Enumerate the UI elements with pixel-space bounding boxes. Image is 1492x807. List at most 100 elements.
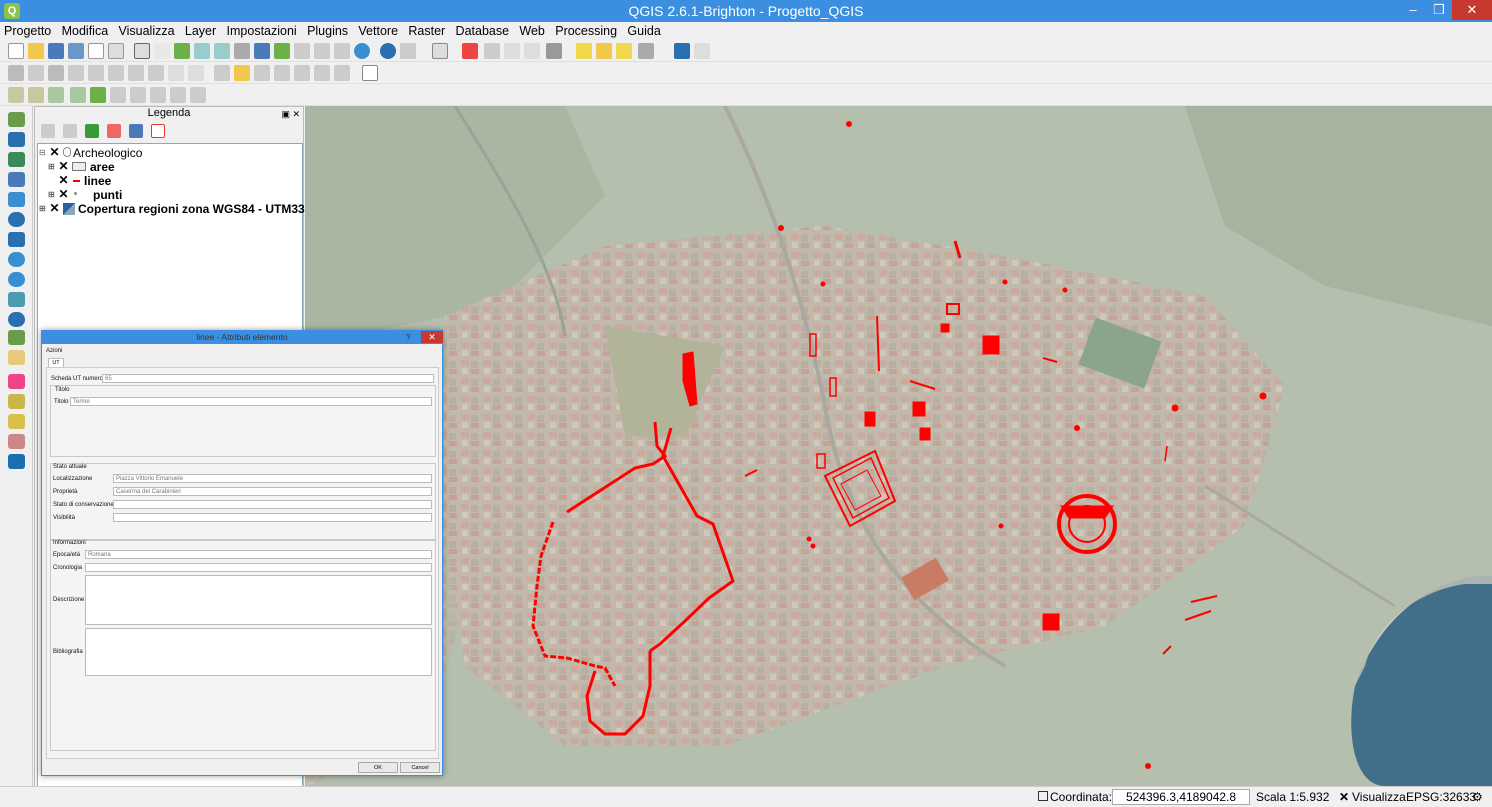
pan-cursor-icon[interactable] xyxy=(134,43,150,59)
mouse-coordinates-icon[interactable] xyxy=(1038,791,1048,801)
menu-database[interactable]: Database xyxy=(452,22,513,38)
render-checkbox[interactable]: ✕ xyxy=(1339,790,1349,804)
add-vector-layer-icon[interactable] xyxy=(8,112,25,127)
gps-icon[interactable] xyxy=(8,374,25,389)
add-raster-layer-icon[interactable] xyxy=(8,132,25,147)
new-shapefile-icon[interactable] xyxy=(8,330,25,345)
select-features-icon[interactable] xyxy=(432,43,448,59)
legend-dock-controls-icon[interactable]: ▣ ✕ xyxy=(281,109,300,120)
annotation-icon[interactable] xyxy=(638,43,654,59)
new-composer-icon[interactable] xyxy=(88,43,104,59)
plugin-tool-8-icon[interactable] xyxy=(150,87,166,103)
add-feature-icon[interactable] xyxy=(68,65,84,81)
dialog-help-button[interactable]: ? xyxy=(406,331,410,344)
add-postgis-layer-icon[interactable] xyxy=(8,152,25,167)
select-by-expression-icon[interactable] xyxy=(484,43,500,59)
plugin-c-icon[interactable] xyxy=(8,434,25,449)
legend-tool-1-icon[interactable] xyxy=(41,124,55,138)
bibliografia-textarea[interactable] xyxy=(85,628,432,676)
cancel-button[interactable]: Cancel xyxy=(400,762,440,773)
toggle-editing-icon[interactable] xyxy=(28,65,44,81)
menu-web[interactable]: Web xyxy=(515,22,547,38)
expand-icon[interactable]: ⊞ xyxy=(39,204,46,213)
add-wms-layer-icon[interactable] xyxy=(8,232,25,247)
label-show-icon[interactable] xyxy=(254,65,270,81)
plugin-tool-7-icon[interactable] xyxy=(130,87,146,103)
layer-checkbox[interactable]: ✕ xyxy=(49,146,60,158)
crs-status-button[interactable]: EPSG:32633 xyxy=(1406,790,1476,804)
scale-combo[interactable]: Scala 1:5.932 xyxy=(1256,790,1329,804)
label-highlight-icon[interactable] xyxy=(334,65,350,81)
zoom-native-icon[interactable] xyxy=(234,43,250,59)
proprieta-field[interactable]: Caserma dei Carabinieri xyxy=(113,487,432,496)
copy-features-icon[interactable] xyxy=(168,65,184,81)
ok-button[interactable]: OK xyxy=(358,762,398,773)
delete-selected-icon[interactable] xyxy=(128,65,144,81)
move-feature-icon[interactable] xyxy=(88,65,104,81)
plugin-tool-6-icon[interactable] xyxy=(110,87,126,103)
add-wcs-layer-icon[interactable] xyxy=(8,252,25,267)
plugin-d-icon[interactable] xyxy=(8,454,25,469)
save-project-icon[interactable] xyxy=(48,43,64,59)
zoom-last-icon[interactable] xyxy=(314,43,330,59)
plugin-tool-5-icon[interactable] xyxy=(90,87,106,103)
plugin-b-icon[interactable] xyxy=(8,414,25,429)
visibilita-field[interactable] xyxy=(113,513,432,522)
new-project-icon[interactable] xyxy=(8,43,24,59)
paste-features-icon[interactable] xyxy=(188,65,204,81)
plugin-tool-10-icon[interactable] xyxy=(190,87,206,103)
plugin-tool-9-icon[interactable] xyxy=(170,87,186,103)
add-spatialite-layer-icon[interactable] xyxy=(8,172,25,187)
filter-legend-icon[interactable] xyxy=(85,124,99,138)
deselect-icon[interactable] xyxy=(462,43,478,59)
layer-checkbox[interactable]: ✕ xyxy=(58,188,69,200)
add-virtual-layer-icon[interactable] xyxy=(8,312,25,327)
plugin-tool-1-icon[interactable] xyxy=(8,87,24,103)
label-change-icon[interactable] xyxy=(314,65,330,81)
plugin-tool-2-icon[interactable] xyxy=(28,87,44,103)
zoom-layer-icon[interactable] xyxy=(294,43,310,59)
menu-visualizza[interactable]: Visualizza xyxy=(115,22,178,38)
remove-layer-icon[interactable] xyxy=(151,124,165,138)
pan-to-selection-icon[interactable] xyxy=(174,43,190,59)
layer-checkbox[interactable]: ✕ xyxy=(58,174,69,186)
epoca-field[interactable]: Romana xyxy=(85,550,432,559)
legend-eye-icon[interactable] xyxy=(63,124,77,138)
label-move-icon[interactable] xyxy=(274,65,290,81)
close-button[interactable]: ✕ xyxy=(1452,0,1492,20)
coordinate-field[interactable]: 524396.3,4189042.8 xyxy=(1112,789,1250,805)
expand-icon[interactable]: ⊞ xyxy=(48,162,55,171)
open-project-icon[interactable] xyxy=(28,43,44,59)
title-field[interactable]: Terme xyxy=(70,397,432,406)
menu-guida[interactable]: Guida xyxy=(623,22,663,38)
conservazione-field[interactable] xyxy=(113,500,432,509)
actions-label[interactable]: Azioni xyxy=(46,348,62,354)
menu-layer[interactable]: Layer xyxy=(181,22,219,38)
attribute-table-icon[interactable] xyxy=(504,43,520,59)
zoom-out-icon[interactable] xyxy=(214,43,230,59)
minimize-button[interactable]: – xyxy=(1400,0,1426,20)
save-edits-icon[interactable] xyxy=(48,65,64,81)
action-icon[interactable] xyxy=(400,43,416,59)
csw-icon[interactable] xyxy=(362,65,378,81)
label-rotate-icon[interactable] xyxy=(294,65,310,81)
descrizione-textarea[interactable] xyxy=(85,575,432,625)
pan-hand-icon[interactable] xyxy=(154,43,170,59)
menu-modifica[interactable]: Modifica xyxy=(58,22,112,38)
localizzazione-field[interactable]: Piazza Vittorio Emanuele xyxy=(113,474,432,483)
map-tips-icon[interactable] xyxy=(576,43,592,59)
menu-impostazioni[interactable]: Impostazioni xyxy=(223,22,300,38)
add-delimited-text-icon[interactable] xyxy=(8,292,25,307)
plugin-tool-3-icon[interactable] xyxy=(48,87,64,103)
legend-tool-4-icon[interactable] xyxy=(107,124,121,138)
messages-icon[interactable]: ⚙ xyxy=(1472,790,1483,804)
add-oracle-layer-icon[interactable] xyxy=(8,212,25,227)
cut-features-icon[interactable] xyxy=(148,65,164,81)
layer-checkbox[interactable]: ✕ xyxy=(58,160,69,172)
zoom-selection-icon[interactable] xyxy=(274,43,290,59)
add-wfs-layer-icon[interactable] xyxy=(8,272,25,287)
measure-icon[interactable] xyxy=(546,43,562,59)
new-bookmark-icon[interactable] xyxy=(596,43,612,59)
plugin-tool-4-icon[interactable] xyxy=(70,87,86,103)
dialog-close-button[interactable]: ✕ xyxy=(421,331,443,343)
